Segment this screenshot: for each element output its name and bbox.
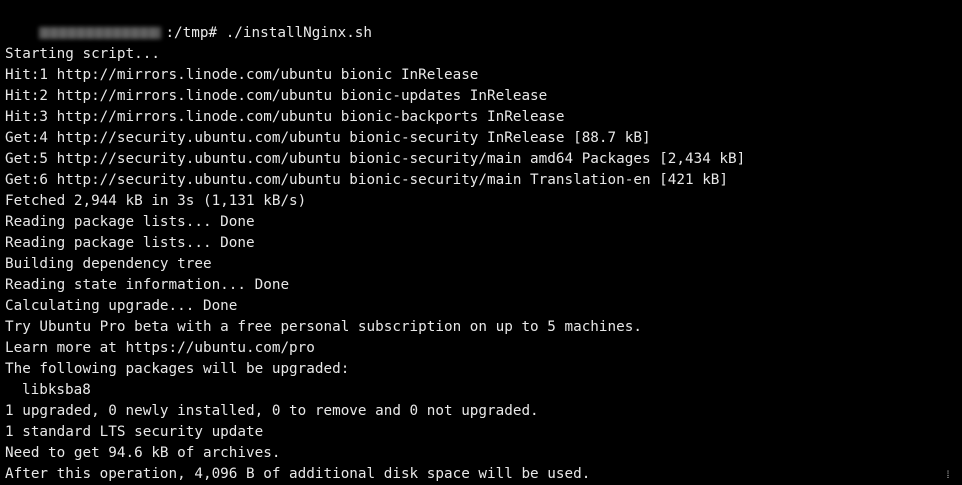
terminal-output-line: 1 upgraded, 0 newly installed, 0 to remo… bbox=[5, 403, 539, 419]
terminal-output-line: Calculating upgrade... Done bbox=[5, 298, 238, 314]
terminal-output-line: 1 standard LTS security update bbox=[5, 424, 264, 440]
terminal-output-line: The following packages will be upgraded: bbox=[5, 361, 350, 377]
terminal-output-line: Building dependency tree bbox=[5, 256, 212, 272]
terminal-output-line: Learn more at https://ubuntu.com/pro bbox=[5, 340, 315, 356]
terminal-output-line: Hit:1 http://mirrors.linode.com/ubuntu b… bbox=[5, 67, 479, 83]
resize-handle-icon[interactable]: ⁞ bbox=[945, 471, 951, 481]
terminal-output-line: Reading package lists... Done bbox=[5, 214, 255, 230]
terminal-output-line: Get:4 http://security.ubuntu.com/ubuntu … bbox=[5, 130, 651, 146]
command-prompt-line: :/tmp# ./installNginx.sh bbox=[5, 2, 962, 41]
terminal-output-line: Get:6 http://security.ubuntu.com/ubuntu … bbox=[5, 172, 729, 188]
terminal-output-line: libksba8 bbox=[22, 382, 91, 398]
terminal-output-line: Hit:3 http://mirrors.linode.com/ubuntu b… bbox=[5, 109, 565, 125]
terminal-output-line: After this operation, 4,096 B of additio… bbox=[5, 466, 591, 482]
terminal-window[interactable]: :/tmp# ./installNginx.sh Starting script… bbox=[0, 0, 962, 483]
terminal-output-line: Starting script... bbox=[5, 46, 160, 62]
terminal-output-line: Try Ubuntu Pro beta with a free personal… bbox=[5, 319, 642, 335]
terminal-output-line: Reading state information... Done bbox=[5, 277, 290, 293]
terminal-output-line: Fetched 2,944 kB in 3s (1,131 kB/s) bbox=[5, 193, 307, 209]
terminal-output-line: Reading package lists... Done bbox=[5, 235, 255, 251]
terminal-output-line: Get:5 http://security.ubuntu.com/ubuntu … bbox=[5, 151, 746, 167]
redacted-hostname bbox=[39, 27, 162, 39]
terminal-output: Starting script... Hit:1 http://mirrors.l… bbox=[5, 44, 962, 485]
terminal-output-line: Need to get 94.6 kB of archives. bbox=[5, 445, 281, 461]
prompt-command: :/tmp# ./installNginx.sh bbox=[165, 25, 373, 41]
terminal-output-line: Hit:2 http://mirrors.linode.com/ubuntu b… bbox=[5, 88, 548, 104]
